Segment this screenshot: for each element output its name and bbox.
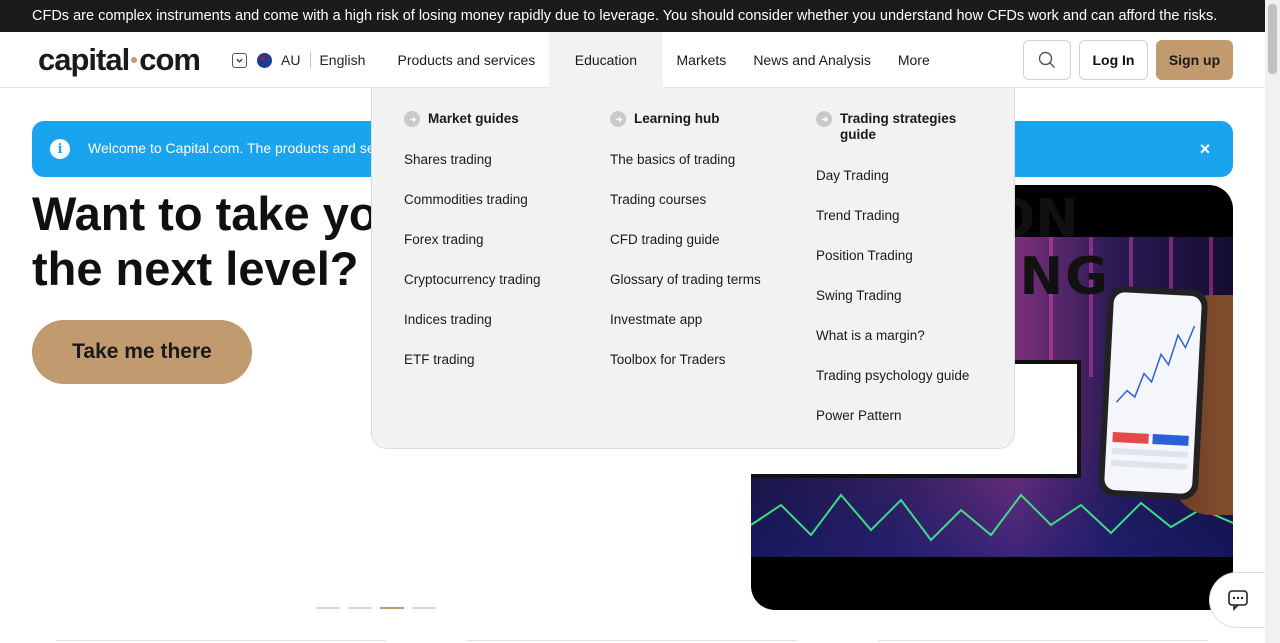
menu-link-swing-trading[interactable]: Swing Trading: [816, 288, 902, 303]
menu-link-cfd-trading-guide[interactable]: CFD trading guide: [610, 232, 720, 247]
arrow-right-icon: [610, 111, 626, 127]
risk-warning-text: CFDs are complex instruments and come wi…: [32, 8, 1218, 24]
carousel-dot[interactable]: [348, 607, 372, 609]
arrow-right-icon: [404, 111, 420, 127]
site-header: capital com AU English Products and servi…: [0, 32, 1265, 88]
capital-com-logo[interactable]: capital com: [38, 42, 201, 78]
chevron-down-icon: [232, 52, 247, 68]
hero-title: Want to take yo the next level?: [32, 187, 378, 295]
page-scrollbar[interactable]: [1265, 0, 1280, 643]
carousel-dots: [316, 607, 436, 609]
chat-icon: [1227, 590, 1248, 611]
nav-markets[interactable]: Markets: [663, 32, 740, 88]
australia-flag-icon: [257, 52, 272, 68]
menu-link-what-is-a-margin[interactable]: What is a margin?: [816, 328, 925, 343]
carousel-dot[interactable]: [412, 607, 436, 609]
menu-heading-trading-strategies-guide[interactable]: Trading strategies guide: [816, 111, 956, 143]
chat-button[interactable]: [1209, 572, 1265, 628]
main-nav: Products and services Education Markets …: [384, 32, 943, 88]
arrow-right-icon: [816, 111, 832, 127]
nav-news-and-analysis[interactable]: News and Analysis: [740, 32, 885, 88]
phone-chart: [1111, 325, 1196, 470]
menu-link-commodities-trading[interactable]: Commodities trading: [404, 192, 528, 207]
logo-dot: [131, 57, 138, 63]
menu-link-position-trading[interactable]: Position Trading: [816, 248, 913, 263]
language-label: English: [319, 52, 366, 68]
nav-more[interactable]: More: [884, 32, 943, 88]
divider: [310, 51, 312, 69]
region-language-selector[interactable]: AU English: [232, 51, 365, 69]
take-me-there-button[interactable]: Take me there: [32, 320, 252, 384]
risk-warning-bar: CFDs are complex instruments and come wi…: [0, 0, 1265, 32]
menu-link-shares-trading[interactable]: Shares trading: [404, 152, 492, 167]
phone-graphic: [1097, 285, 1209, 501]
welcome-message: Welcome to Capital.com. The products and…: [88, 140, 387, 156]
menu-link-investmate-app[interactable]: Investmate app: [610, 312, 702, 327]
menu-link-trading-courses[interactable]: Trading courses: [610, 192, 706, 207]
education-mega-menu: Market guides Shares trading Commodities…: [371, 88, 1015, 449]
menu-link-etf-trading[interactable]: ETF trading: [404, 352, 475, 367]
search-icon: [1038, 51, 1055, 68]
menu-link-trend-trading[interactable]: Trend Trading: [816, 208, 900, 223]
menu-link-indices-trading[interactable]: Indices trading: [404, 312, 492, 327]
nav-education[interactable]: Education: [548, 32, 664, 88]
scrollbar-thumb[interactable]: [1268, 4, 1277, 74]
search-button[interactable]: [1023, 40, 1071, 80]
carousel-dot[interactable]: [316, 607, 340, 609]
menu-link-trading-psychology-guide[interactable]: Trading psychology guide: [816, 368, 969, 383]
menu-link-day-trading[interactable]: Day Trading: [816, 168, 889, 183]
login-button[interactable]: Log In: [1079, 40, 1148, 80]
close-icon[interactable]: ×: [1195, 139, 1215, 159]
phone-screen: [1103, 291, 1203, 495]
menu-link-forex-trading[interactable]: Forex trading: [404, 232, 484, 247]
nav-products-and-services[interactable]: Products and services: [384, 32, 549, 88]
menu-link-basics-of-trading[interactable]: The basics of trading: [610, 152, 735, 167]
info-icon: i: [50, 139, 70, 159]
menu-link-cryptocurrency-trading[interactable]: Cryptocurrency trading: [404, 272, 541, 287]
region-code: AU: [281, 52, 301, 68]
menu-heading-learning-hub[interactable]: Learning hub: [610, 111, 720, 127]
menu-link-toolbox-for-traders[interactable]: Toolbox for Traders: [610, 352, 726, 367]
carousel-dot-active[interactable]: [380, 607, 404, 609]
menu-heading-market-guides[interactable]: Market guides: [404, 111, 519, 127]
menu-link-power-pattern[interactable]: Power Pattern: [816, 408, 902, 423]
signup-button[interactable]: Sign up: [1156, 40, 1233, 80]
menu-link-glossary[interactable]: Glossary of trading terms: [610, 272, 761, 287]
